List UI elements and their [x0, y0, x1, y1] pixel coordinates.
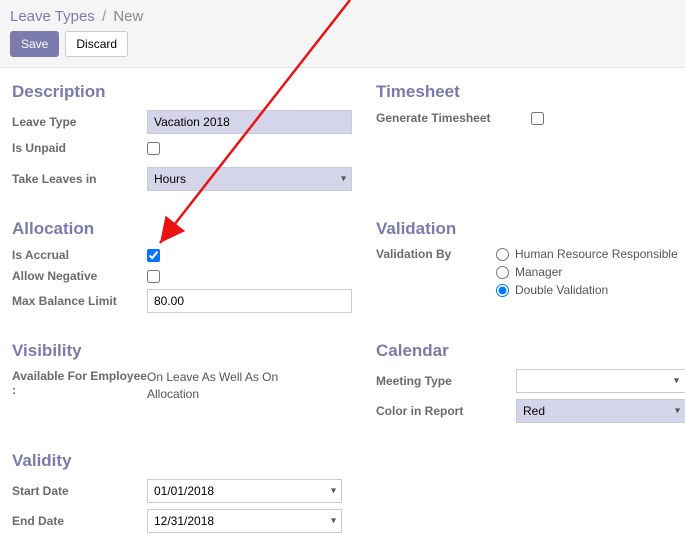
label-color-in-report: Color in Report: [376, 404, 516, 418]
section-visibility: Visibility Available For Employee : On L…: [12, 341, 352, 429]
save-button[interactable]: Save: [10, 31, 59, 57]
label-leave-type: Leave Type: [12, 115, 147, 129]
leave-type-input[interactable]: [147, 110, 352, 134]
generate-timesheet-checkbox[interactable]: [531, 112, 544, 125]
validation-radio-hr[interactable]: [496, 248, 509, 261]
section-description: Description Leave Type Is Unpaid Take Le…: [12, 82, 352, 197]
section-title-timesheet: Timesheet: [376, 82, 685, 102]
validation-radio-hr-label: Human Resource Responsible: [515, 247, 678, 261]
section-title-validity: Validity: [12, 451, 352, 471]
color-in-report-select[interactable]: Red: [516, 399, 685, 423]
section-timesheet: Timesheet Generate Timesheet: [376, 82, 685, 197]
end-date-input[interactable]: [147, 509, 342, 533]
label-allow-negative: Allow Negative: [12, 269, 147, 283]
discard-button[interactable]: Discard: [65, 31, 128, 57]
take-leaves-select[interactable]: Hours: [147, 167, 352, 191]
section-allocation: Allocation Is Accrual Allow Negative Max…: [12, 219, 352, 319]
validation-radio-double-label: Double Validation: [515, 283, 608, 297]
label-start-date: Start Date: [12, 484, 147, 498]
validation-radio-manager-label: Manager: [515, 265, 562, 279]
section-title-allocation: Allocation: [12, 219, 352, 239]
meeting-type-select[interactable]: [516, 369, 685, 393]
start-date-input[interactable]: [147, 479, 342, 503]
validation-radio-group: Human Resource Responsible Manager Doubl…: [496, 247, 678, 301]
action-buttons: Save Discard: [10, 31, 675, 57]
section-title-description: Description: [12, 82, 352, 102]
breadcrumb-root[interactable]: Leave Types: [10, 8, 95, 25]
label-is-accrual: Is Accrual: [12, 248, 147, 262]
label-is-unpaid: Is Unpaid: [12, 141, 147, 155]
form-sheet: Description Leave Type Is Unpaid Take Le…: [0, 68, 685, 559]
section-calendar: Calendar Meeting Type Color in Report Re…: [376, 341, 685, 429]
label-meeting-type: Meeting Type: [376, 374, 516, 388]
available-for-value: On Leave As Well As On Allocation: [147, 369, 317, 403]
is-accrual-checkbox[interactable]: [147, 249, 160, 262]
is-unpaid-checkbox[interactable]: [147, 142, 160, 155]
section-validity: Validity Start Date End Date: [12, 451, 352, 539]
section-title-validation: Validation: [376, 219, 685, 239]
label-max-balance: Max Balance Limit: [12, 294, 147, 308]
max-balance-input[interactable]: [147, 289, 352, 313]
section-title-visibility: Visibility: [12, 341, 352, 361]
validation-radio-manager[interactable]: [496, 266, 509, 279]
breadcrumb-separator: /: [99, 8, 109, 25]
label-take-leaves-in: Take Leaves in: [12, 172, 147, 186]
label-validation-by: Validation By: [376, 247, 496, 261]
validation-radio-double[interactable]: [496, 284, 509, 297]
label-available-for: Available For Employee :: [12, 369, 147, 397]
breadcrumb: Leave Types / New: [10, 8, 675, 25]
section-validation: Validation Validation By Human Resource …: [376, 219, 685, 319]
section-title-calendar: Calendar: [376, 341, 685, 361]
breadcrumb-current: New: [113, 8, 143, 25]
label-generate-timesheet: Generate Timesheet: [376, 111, 531, 125]
allow-negative-checkbox[interactable]: [147, 270, 160, 283]
label-end-date: End Date: [12, 514, 147, 528]
topbar: Leave Types / New Save Discard: [0, 0, 685, 68]
